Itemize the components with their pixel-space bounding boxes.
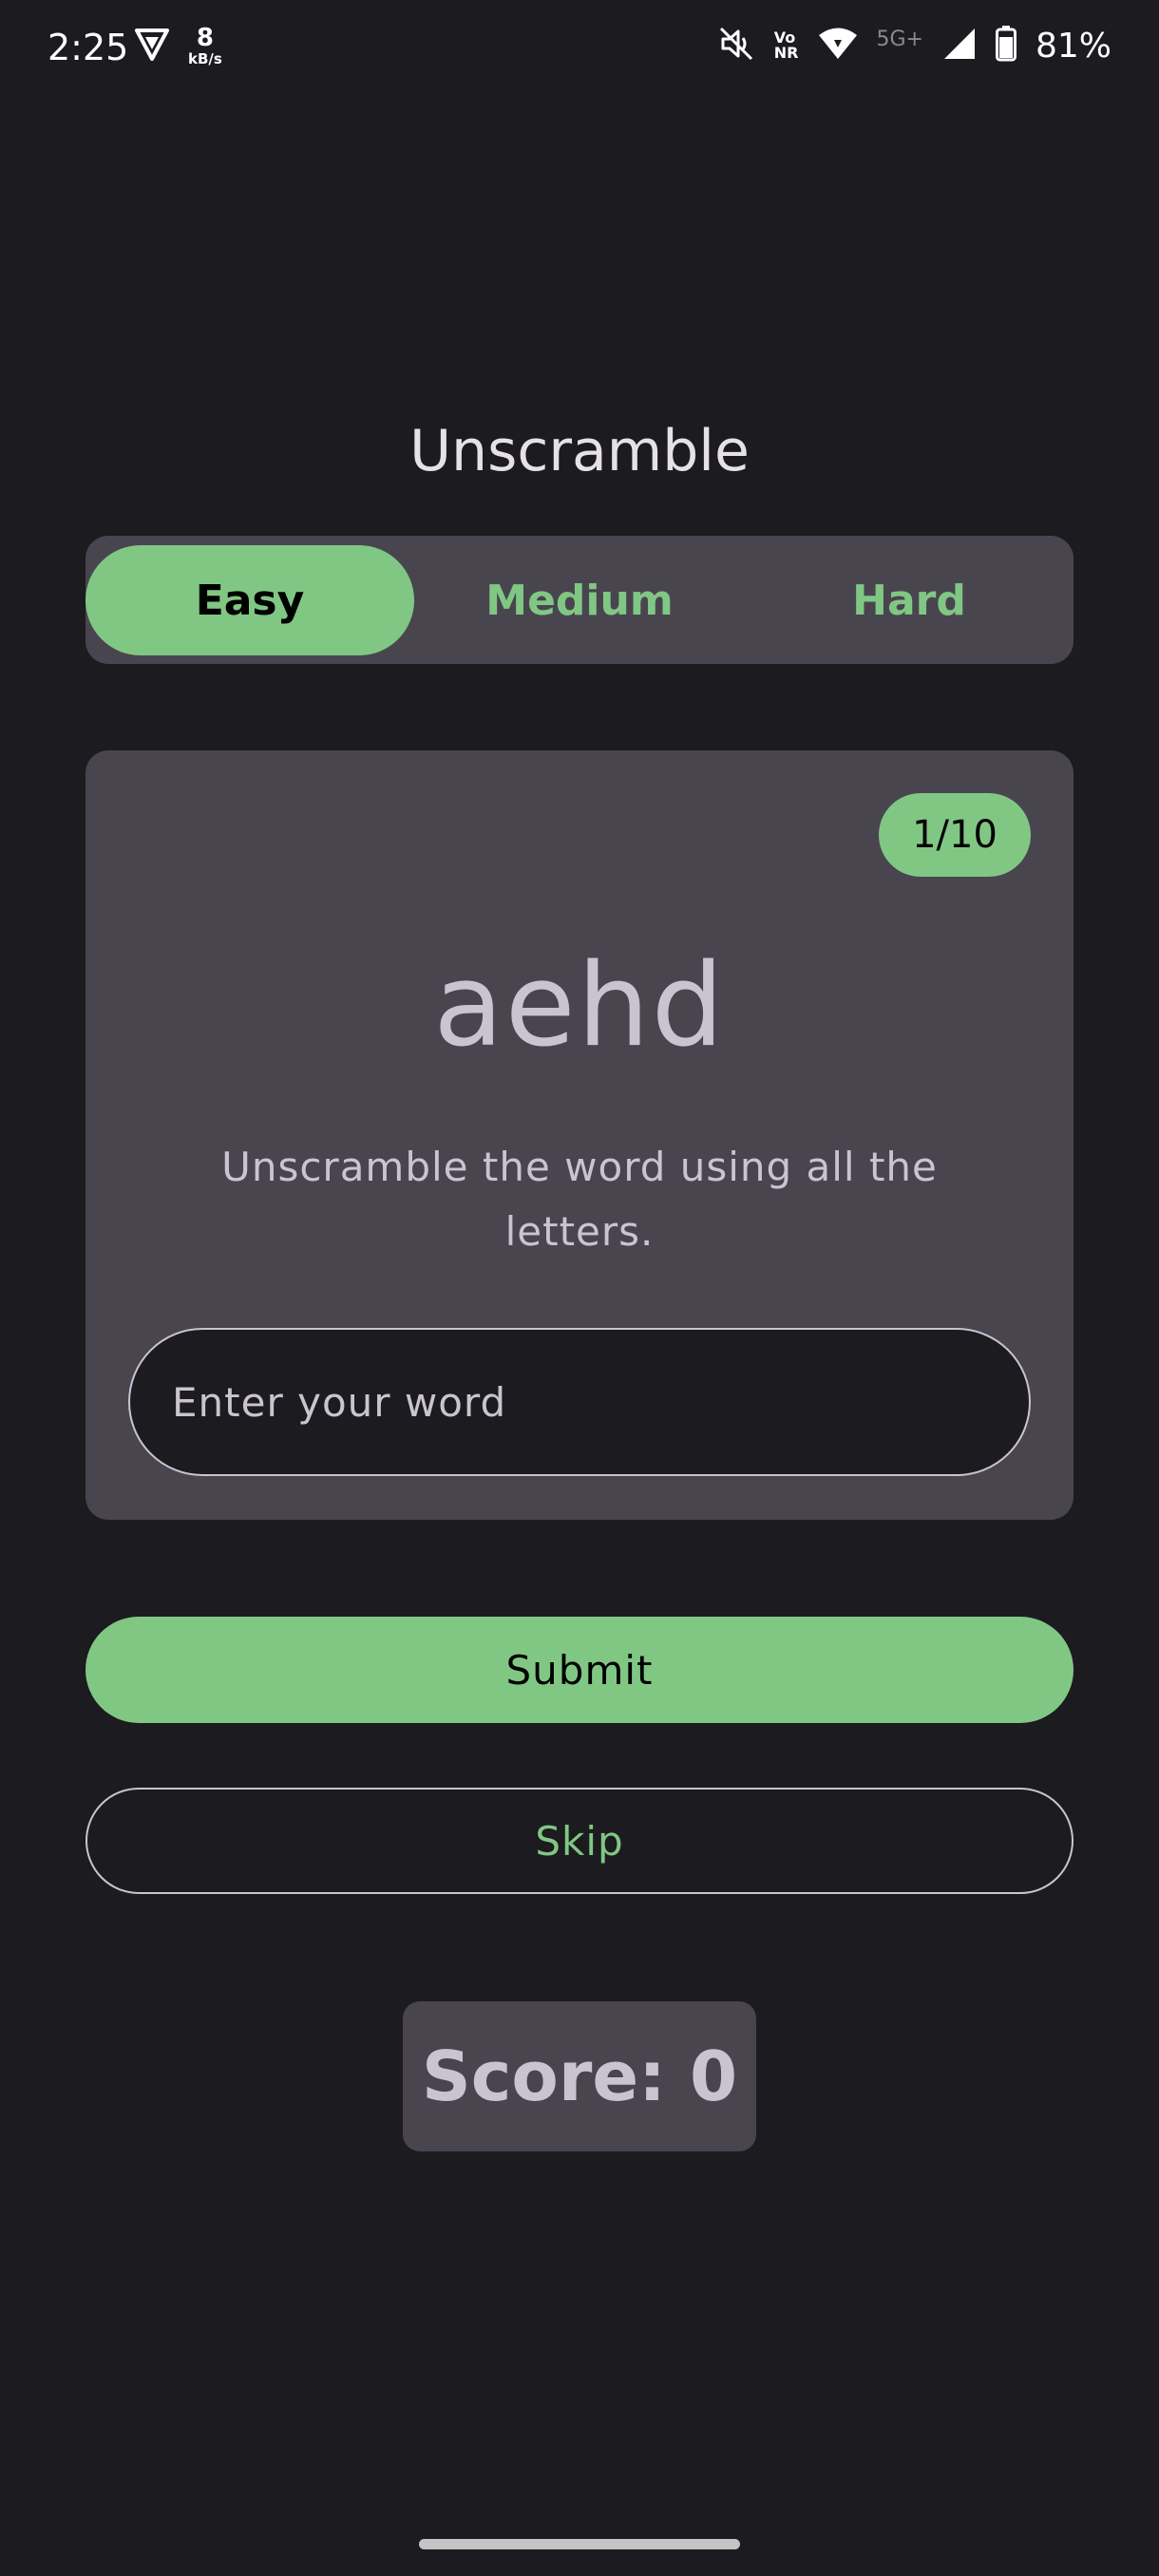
volte-bottom-label: NR <box>773 44 799 62</box>
score-display: Score: 0 <box>403 2001 756 2151</box>
volte-indicator: Vo NR <box>774 30 799 61</box>
mute-icon <box>717 25 755 66</box>
signal-icon <box>942 27 977 65</box>
network-speed-value: 8 <box>196 23 214 52</box>
battery-icon <box>995 26 1016 66</box>
network-type: 5G+ <box>876 27 923 51</box>
status-right-icons: Vo NR 5G+ 81% <box>717 25 1112 66</box>
wifi-icon <box>818 27 858 65</box>
status-left-icons: 8 kB/s <box>133 25 222 66</box>
difficulty-medium-button[interactable]: Medium <box>415 545 744 655</box>
network-speed: 8 kB/s <box>188 26 222 66</box>
submit-button[interactable]: Submit <box>86 1617 1074 1723</box>
gesture-nav-handle[interactable] <box>419 2539 740 2549</box>
status-bar: 2:25 8 kB/s Vo NR 5G+ 81% <box>0 0 1159 104</box>
network-speed-unit: kB/s <box>188 49 222 67</box>
difficulty-hard-button[interactable]: Hard <box>745 545 1074 655</box>
word-counter-badge: 1/10 <box>879 793 1031 877</box>
instructions-text: Unscramble the word using all the letter… <box>221 1144 938 1255</box>
page-title: Unscramble <box>409 418 750 484</box>
skip-button[interactable]: Skip <box>86 1788 1074 1894</box>
word-input[interactable] <box>128 1328 1031 1476</box>
battery-percent: 81% <box>1035 26 1112 66</box>
status-time: 2:25 <box>48 27 129 68</box>
vpn-shield-icon <box>133 25 171 66</box>
difficulty-selector: Easy Medium Hard <box>86 536 1074 664</box>
game-card: 1/10 aehd Unscramble the word using all … <box>86 750 1074 1520</box>
scrambled-word: aehd <box>433 940 726 1072</box>
difficulty-easy-button[interactable]: Easy <box>86 545 414 655</box>
